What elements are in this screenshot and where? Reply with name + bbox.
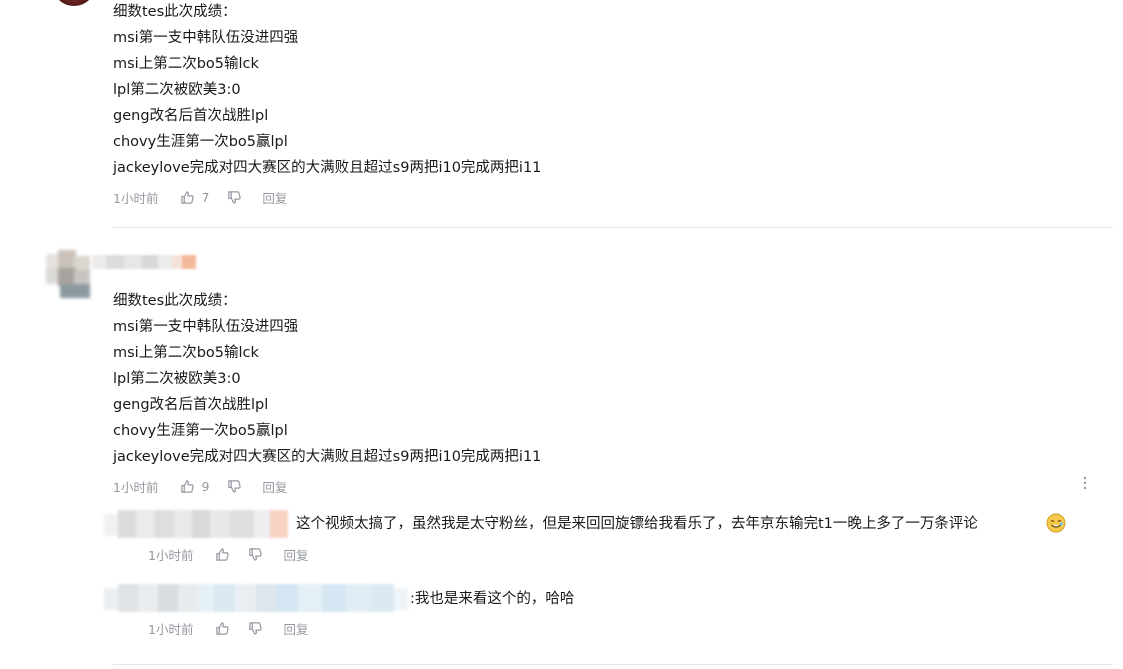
avatar-top[interactable] bbox=[52, 0, 96, 6]
thumbs-up-icon bbox=[216, 621, 230, 635]
comment-1-line-6: chovy生涯第一次bo5赢lpl bbox=[113, 134, 288, 150]
reply-2-reply-button[interactable]: 回复 bbox=[283, 619, 308, 638]
comment-2-time: 1小时前 bbox=[113, 479, 159, 495]
comment-2-line-6: chovy生涯第一次bo5赢lpl bbox=[113, 423, 288, 439]
thumbs-up-icon bbox=[181, 190, 195, 204]
reply-1-like-button[interactable] bbox=[215, 547, 230, 562]
reply-2-username[interactable] bbox=[104, 584, 408, 614]
thumbs-up-icon bbox=[216, 547, 230, 561]
username-comment-2[interactable] bbox=[92, 255, 196, 269]
comment-2-reply-button[interactable]: 回复 bbox=[262, 477, 287, 496]
comment-2-meta: 1小时前 9 回复 bbox=[113, 476, 287, 496]
comment-1-line-2: msi第一支中韩队伍没进四强 bbox=[113, 30, 299, 46]
comment-1-meta: 1小时前 7 回复 bbox=[113, 187, 287, 207]
reply-2-time: 1小时前 bbox=[148, 621, 194, 637]
reply-1-time: 1小时前 bbox=[148, 547, 194, 563]
reply-1-dislike-button[interactable] bbox=[248, 547, 263, 562]
comment-2-like-button[interactable]: 9 bbox=[180, 479, 209, 494]
comment-2-dislike-button[interactable] bbox=[227, 479, 242, 494]
thumbs-down-icon bbox=[228, 479, 242, 493]
comment-2-line-5: geng改名后首次战胜lpl bbox=[113, 397, 269, 413]
reply-1-username[interactable] bbox=[104, 510, 288, 540]
comment-1-line-7: jackeylove完成对四大赛区的大满败且超过s9两把i10完成两把i11 bbox=[113, 160, 542, 176]
comment-1-reply-button[interactable]: 回复 bbox=[262, 188, 287, 207]
reply-2-meta: 1小时前 回复 bbox=[148, 618, 308, 638]
emoji-icon bbox=[1046, 513, 1066, 533]
comment-2-line-3: msi上第二次bo5输lck bbox=[113, 345, 259, 361]
reply-1-meta: 1小时前 回复 bbox=[148, 544, 308, 564]
comment-1-line-3: msi上第二次bo5输lck bbox=[113, 56, 259, 72]
comment-2-line-2: msi第一支中韩队伍没进四强 bbox=[113, 319, 299, 335]
avatar-comment-2[interactable] bbox=[46, 250, 92, 298]
more-vertical-icon[interactable] bbox=[1080, 475, 1090, 491]
comment-1-line-4: lpl第二次被欧美3:0 bbox=[113, 82, 241, 98]
comment-1-time: 1小时前 bbox=[113, 190, 159, 206]
reply-2-like-button[interactable] bbox=[215, 621, 230, 636]
comment-1-dislike-button[interactable] bbox=[227, 190, 242, 205]
comment-divider-1 bbox=[113, 227, 1113, 228]
comment-divider-2 bbox=[113, 664, 1113, 665]
reply-1-reply-button[interactable]: 回复 bbox=[283, 545, 308, 564]
reply-2-dislike-button[interactable] bbox=[248, 621, 263, 636]
comment-1-line-1: 细数tes此次成绩： bbox=[113, 4, 237, 20]
thumbs-down-icon bbox=[249, 547, 263, 561]
comment-1-like-button[interactable]: 7 bbox=[180, 190, 209, 205]
reply-1-text: 这个视频太搞了，虽然我是太守粉丝，但是来回回旋镖给我看乐了，去年京东输完t1一晚… bbox=[296, 516, 978, 532]
comment-2-line-4: lpl第二次被欧美3:0 bbox=[113, 371, 241, 387]
comment-1-like-count: 7 bbox=[201, 189, 210, 205]
comment-1-line-5: geng改名后首次战胜lpl bbox=[113, 108, 269, 124]
comment-2-line-1: 细数tes此次成绩： bbox=[113, 293, 237, 309]
thumbs-up-icon bbox=[181, 479, 195, 493]
comment-2-line-7: jackeylove完成对四大赛区的大满败且超过s9两把i10完成两把i11 bbox=[113, 449, 542, 465]
comment-2-like-count: 9 bbox=[201, 478, 210, 494]
thumbs-down-icon bbox=[228, 190, 242, 204]
thumbs-down-icon bbox=[249, 621, 263, 635]
reply-2-text: :我也是来看这个的，哈哈 bbox=[410, 591, 575, 607]
